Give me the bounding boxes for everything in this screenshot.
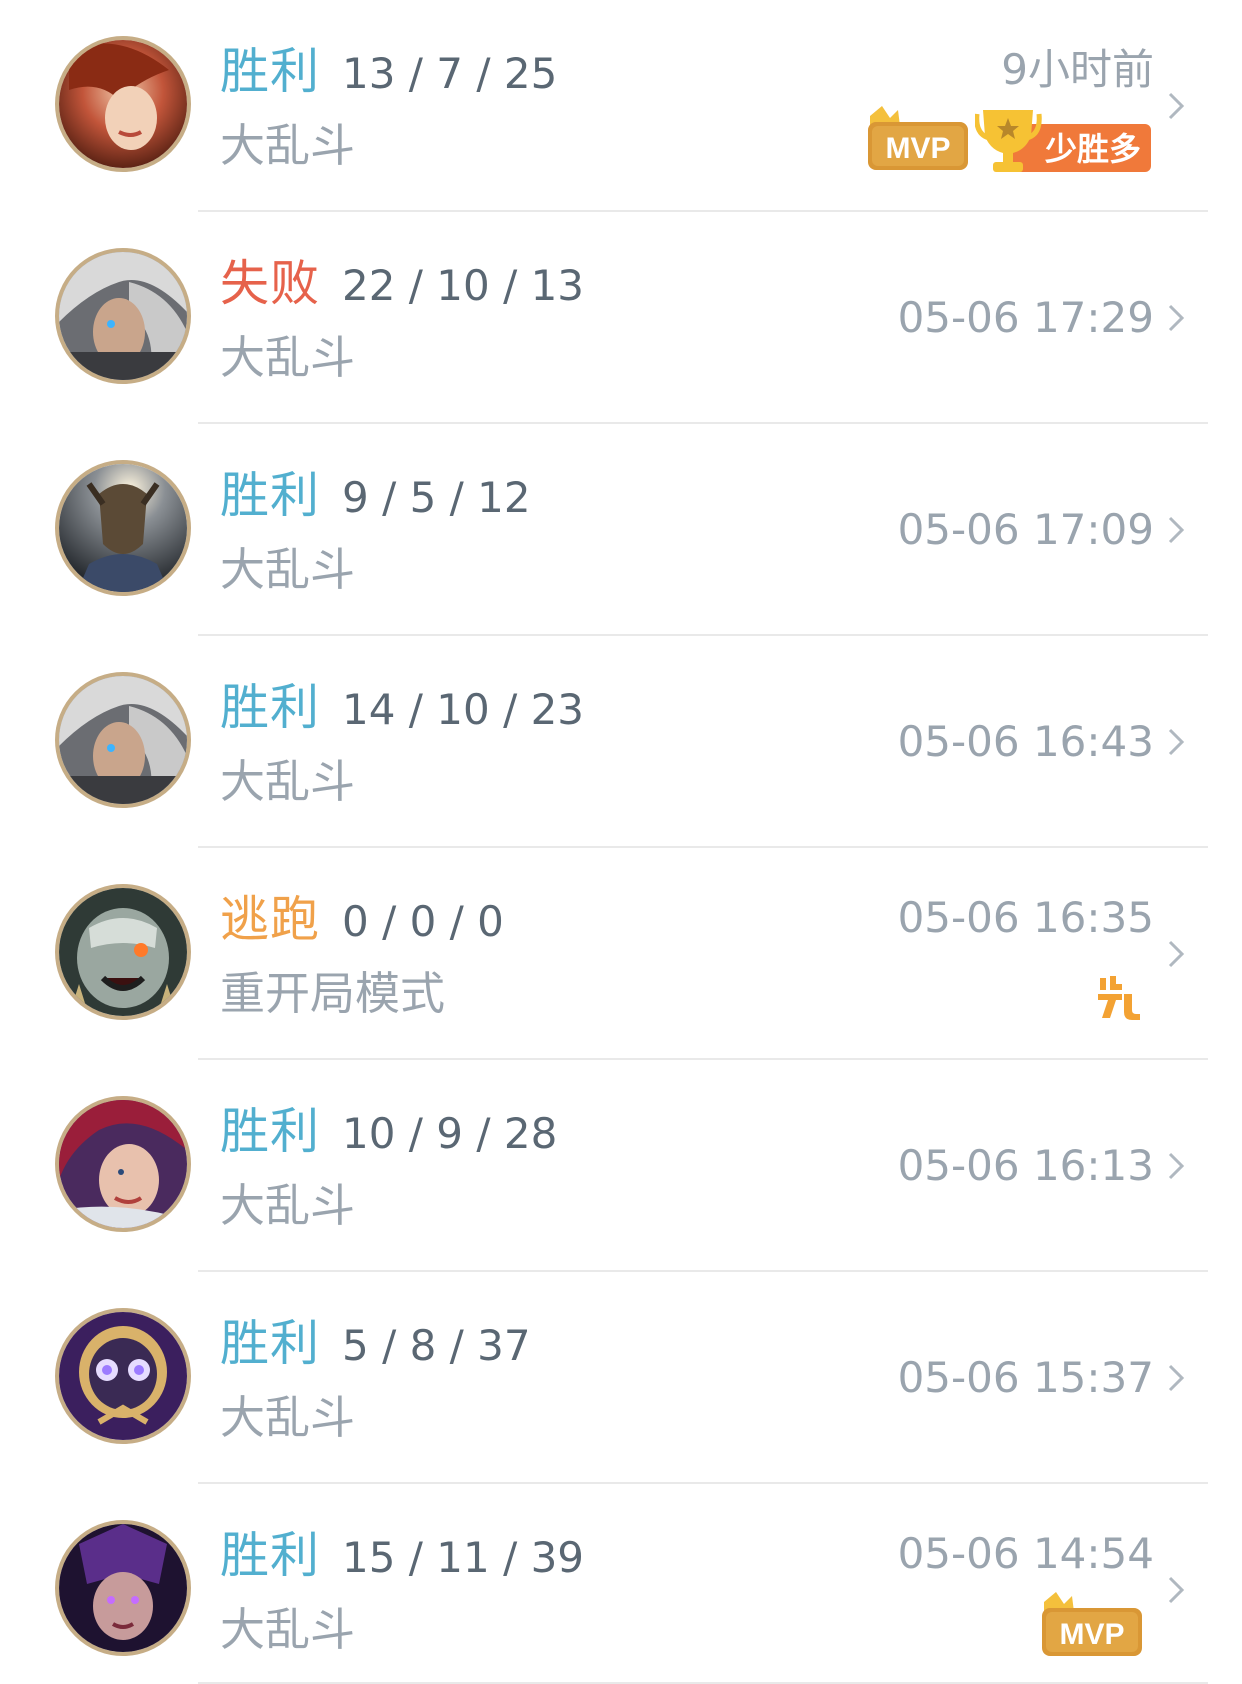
chevron-right-icon	[1168, 516, 1185, 544]
game-mode: 重开局模式	[220, 967, 446, 1020]
champion-avatar	[55, 1520, 191, 1656]
underdog-label: 少胜多	[1045, 130, 1141, 168]
mvp-label: MVP	[885, 132, 950, 165]
kda-score: 0 / 0 / 0	[342, 897, 504, 946]
chevron-right-icon	[1168, 1364, 1185, 1392]
match-result: 胜利	[220, 1315, 321, 1372]
kda-score: 14 / 10 / 23	[342, 685, 585, 734]
game-mode: 大乱斗	[220, 331, 356, 384]
match-time: 9小时前	[1001, 45, 1154, 94]
match-result: 胜利	[220, 1103, 321, 1160]
champion-avatar	[55, 36, 191, 172]
match-row[interactable]: 胜利 15 / 11 / 39 大乱斗 05-06 14:54 MVP	[0, 1484, 1242, 1684]
match-result: 胜利	[220, 43, 321, 100]
match-time: 05-06 17:29	[897, 293, 1154, 342]
game-mode: 大乱斗	[220, 1391, 356, 1444]
chevron-right-icon	[1168, 304, 1185, 332]
escape-run-icon	[1096, 974, 1142, 1020]
match-row[interactable]: 胜利 10 / 9 / 28 大乱斗 05-06 16:13	[0, 1060, 1242, 1272]
mvp-label: MVP	[1059, 1618, 1124, 1651]
mvp-badge: MVP	[862, 106, 970, 174]
match-result: 胜利	[220, 1527, 321, 1584]
match-history-list: 胜利 13 / 7 / 25 大乱斗 9小时前 MVP 少胜多 失败 22 / …	[0, 0, 1242, 1684]
game-mode: 大乱斗	[220, 543, 356, 596]
kda-score: 15 / 11 / 39	[342, 1533, 585, 1582]
game-mode: 大乱斗	[220, 1603, 356, 1656]
match-time: 05-06 16:43	[897, 717, 1154, 766]
chevron-right-icon	[1168, 92, 1185, 120]
mvp-badge: MVP	[1036, 1592, 1144, 1660]
game-mode: 大乱斗	[220, 755, 356, 808]
chevron-right-icon	[1168, 1576, 1185, 1604]
champion-avatar	[55, 1096, 191, 1232]
match-row[interactable]: 胜利 14 / 10 / 23 大乱斗 05-06 16:43	[0, 636, 1242, 848]
match-time: 05-06 17:09	[897, 505, 1154, 554]
match-row[interactable]: 失败 22 / 10 / 13 大乱斗 05-06 17:29	[0, 212, 1242, 424]
champion-avatar	[55, 884, 191, 1020]
match-time: 05-06 14:54	[897, 1529, 1154, 1578]
kda-score: 22 / 10 / 13	[342, 261, 585, 310]
champion-avatar	[55, 672, 191, 808]
match-result: 逃跑	[220, 891, 321, 948]
game-mode: 大乱斗	[220, 1179, 356, 1232]
chevron-right-icon	[1168, 1152, 1185, 1180]
chevron-right-icon	[1168, 728, 1185, 756]
champion-avatar	[55, 248, 191, 384]
underdog-badge: 少胜多	[974, 106, 1155, 176]
match-row[interactable]: 胜利 5 / 8 / 37 大乱斗 05-06 15:37	[0, 1272, 1242, 1484]
match-row[interactable]: 胜利 13 / 7 / 25 大乱斗 9小时前 MVP 少胜多	[0, 0, 1242, 212]
kda-score: 5 / 8 / 37	[342, 1321, 531, 1370]
game-mode: 大乱斗	[220, 119, 356, 172]
match-time: 05-06 15:37	[897, 1353, 1154, 1402]
match-time: 05-06 16:13	[897, 1141, 1154, 1190]
kda-score: 10 / 9 / 28	[342, 1109, 558, 1158]
match-result: 胜利	[220, 679, 321, 736]
match-result: 失败	[220, 255, 321, 312]
match-row[interactable]: 逃跑 0 / 0 / 0 重开局模式 05-06 16:35	[0, 848, 1242, 1060]
kda-score: 9 / 5 / 12	[342, 473, 531, 522]
chevron-right-icon	[1168, 940, 1185, 968]
match-row[interactable]: 胜利 9 / 5 / 12 大乱斗 05-06 17:09	[0, 424, 1242, 636]
match-result: 胜利	[220, 467, 321, 524]
kda-score: 13 / 7 / 25	[342, 49, 558, 98]
champion-avatar	[55, 1308, 191, 1444]
match-time: 05-06 16:35	[897, 893, 1154, 942]
champion-avatar	[55, 460, 191, 596]
